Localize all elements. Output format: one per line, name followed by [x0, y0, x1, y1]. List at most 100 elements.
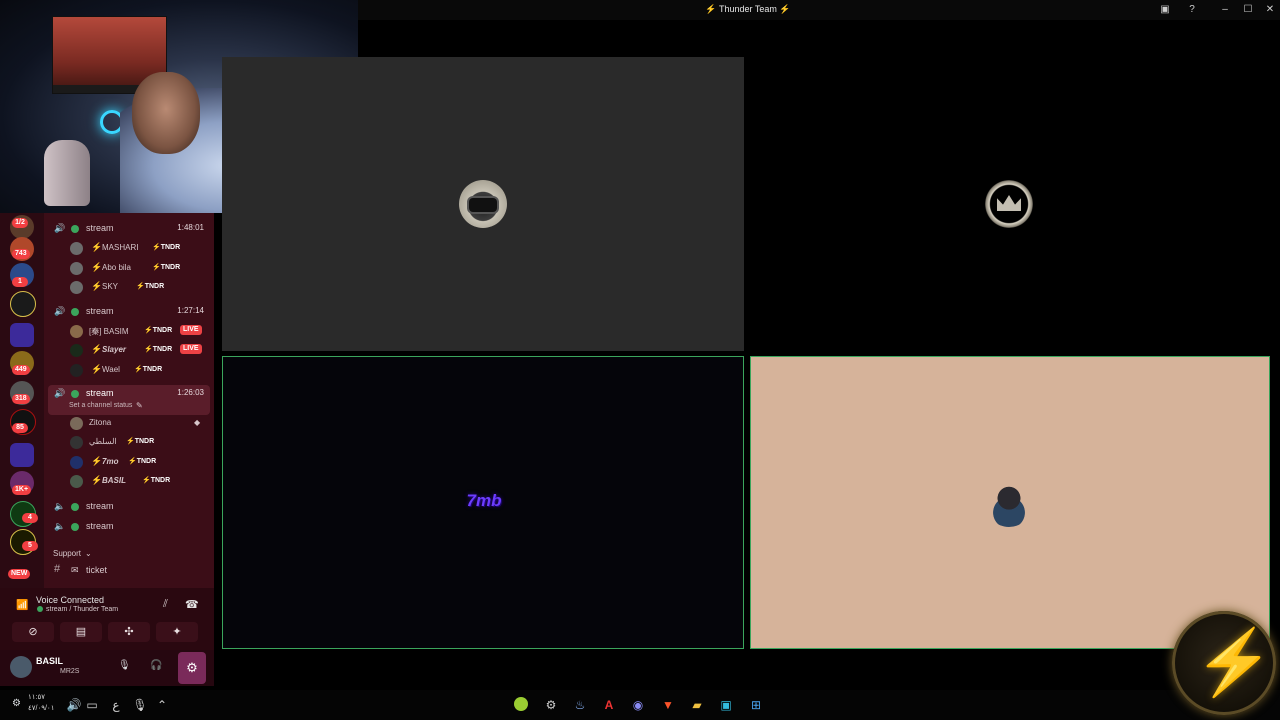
kettle [44, 140, 90, 206]
title-bar: ⚡ Thunder Team ⚡ ▣ ? – ☐ ✕ [358, 0, 1280, 20]
badge: 1/2 [12, 218, 28, 228]
voice-channel-link[interactable]: stream / Thunder Team [46, 606, 118, 613]
user-tag: ⚡TNDR [152, 244, 181, 251]
voice-user[interactable]: ⚡ Abo bila ⚡TNDR [44, 260, 214, 278]
user-tag: ⚡TNDR [144, 327, 173, 334]
user-name: [秦] BASIM [89, 327, 129, 336]
steam-icon[interactable]: ♨ [572, 697, 588, 713]
window-title-wrap: ⚡ Thunder Team ⚡ [598, 4, 898, 15]
steelseries-icon[interactable]: ⚙ [543, 697, 559, 713]
avatar [70, 262, 83, 275]
microphone-icon[interactable]: 🎙 [118, 660, 131, 671]
video-tile-2[interactable] [750, 57, 1270, 351]
text-channel[interactable]: # ✉ ticket [44, 562, 214, 580]
new-badge: NEW [8, 569, 31, 579]
bolt-icon: ⚡ [91, 344, 103, 354]
thunder-team-logo: ⚡ [1172, 611, 1276, 715]
voice-user[interactable]: ⚡ BASIL ⚡TNDR [44, 473, 214, 491]
user-tag: ⚡TNDR [142, 477, 171, 484]
volume-icon[interactable]: 🔊 [66, 697, 82, 713]
app-a-icon[interactable]: A [601, 697, 617, 713]
badge: 1K+ [12, 485, 32, 495]
user-name: 7mo [102, 457, 119, 466]
voice-icon: 🔊 [54, 388, 66, 398]
clock-date[interactable]: ٤٧/٠٩/٠١ [28, 704, 54, 712]
channel-list: 🔊 stream 1:48:01 ⚡ MASHARI ⚡TNDR ⚡ Abo b… [44, 213, 214, 588]
bolt-icon: ⚡ [779, 4, 791, 14]
chevron-up-icon[interactable]: ⌃ [154, 697, 170, 713]
video-tile-1[interactable] [222, 57, 744, 351]
badge: 743 [12, 249, 30, 259]
voice-user[interactable]: ⚡ Slayer ⚡TNDR LIVE [44, 342, 214, 360]
user-tag: ⚡TNDR [134, 366, 163, 373]
voice-channel[interactable]: 🔊 stream 1:48:01 [44, 220, 214, 238]
avatar [70, 417, 83, 430]
voice-channel[interactable]: 🔊 stream 1:27:14 [44, 303, 214, 321]
user-name: Abo bila [102, 263, 131, 272]
voice-user[interactable]: ⚡ Wael ⚡TNDR [44, 362, 214, 380]
display-icon[interactable]: ▭ [84, 697, 100, 713]
channel-name: ticket [86, 565, 108, 575]
soundboard-button[interactable]: ✦ [156, 622, 198, 642]
voice-status: Voice Connected [36, 595, 105, 605]
voice-user[interactable]: Zitona ◆ [44, 415, 214, 433]
folder-icon[interactable] [10, 323, 34, 347]
language-indicator[interactable]: ع [108, 697, 124, 713]
avatar [70, 436, 83, 449]
settings-gear-icon[interactable]: ⚙ [178, 652, 206, 684]
windows-start-icon[interactable]: ⊞ [748, 697, 764, 713]
video-tile-3[interactable]: 7mb [222, 356, 744, 649]
avatar [70, 475, 83, 488]
user-tag: ⚡TNDR [128, 458, 157, 465]
voice-panel: 📶 Voice Connected stream / Thunder Team … [0, 588, 214, 650]
screen-share-button[interactable]: ▤ [60, 622, 102, 642]
voice-user[interactable]: ⚡ SKY ⚡TNDR [44, 279, 214, 297]
microphone-icon[interactable]: 🎙 [132, 697, 148, 713]
help-icon[interactable]: ? [1185, 3, 1199, 16]
voice-channel[interactable]: 🔈 stream [44, 498, 214, 516]
category-name: Support [53, 549, 82, 558]
screen-share-icon[interactable]: ▣ [1158, 3, 1172, 16]
user-panel: BASIL MR2S 🎙 🎧 ⚙ [0, 650, 214, 686]
minimize-button[interactable]: – [1218, 3, 1232, 16]
channel-status: Set a channel status [69, 402, 133, 409]
video-off-button[interactable]: ⊘ [12, 622, 54, 642]
hash-icon: # [54, 563, 61, 575]
bolt-icon: ⚡ [91, 364, 103, 374]
folder-icon-2[interactable] [10, 443, 34, 467]
activities-button[interactable]: ✣ [108, 622, 150, 642]
voice-user[interactable]: ⚡ 7mo ⚡TNDR [44, 454, 214, 472]
voice-user[interactable]: ⚡ MASHARI ⚡TNDR [44, 240, 214, 258]
user-name: BASIL [102, 476, 126, 485]
voice-user[interactable]: [秦] BASIM ⚡TNDR LIVE [44, 323, 214, 341]
voice-channel[interactable]: 🔈 stream [44, 518, 214, 536]
speaker-icon: 🔈 [54, 521, 66, 531]
channel-name: stream [86, 388, 114, 398]
video-tile-4[interactable] [750, 356, 1270, 649]
whatsapp-icon[interactable]: ▣ [718, 697, 734, 713]
bolt-icon: ⚡ [91, 262, 103, 272]
avatar [70, 344, 83, 357]
status-dot [71, 225, 79, 233]
avatar[interactable] [10, 656, 32, 678]
disconnect-icon[interactable]: ☎ [185, 598, 199, 611]
avatar [70, 364, 83, 377]
network-icon[interactable]: ⚙ [12, 698, 21, 709]
user-name: BASIL [36, 656, 63, 666]
channel-timer: 1:27:14 [177, 306, 204, 315]
noise-suppression-icon[interactable]: ⫽ [163, 598, 168, 611]
server-icon-4[interactable] [10, 291, 36, 317]
discord-icon[interactable]: ◉ [630, 697, 646, 713]
app-icon-1[interactable] [514, 697, 528, 711]
voice-icon: 🔊 [54, 223, 66, 233]
user-tag: ⚡TNDR [152, 264, 181, 271]
voice-user[interactable]: السلطي ⚡TNDR [44, 434, 214, 452]
avatar [70, 456, 83, 469]
maximize-button[interactable]: ☐ [1241, 3, 1255, 16]
badge: 4 [22, 513, 38, 523]
close-button[interactable]: ✕ [1263, 3, 1277, 16]
brave-icon[interactable]: ▼ [660, 697, 676, 713]
headphones-icon[interactable]: 🎧 [150, 660, 162, 671]
clock-time[interactable]: ١١:٥٧ [28, 693, 45, 701]
file-explorer-icon[interactable]: ▰ [689, 697, 705, 713]
